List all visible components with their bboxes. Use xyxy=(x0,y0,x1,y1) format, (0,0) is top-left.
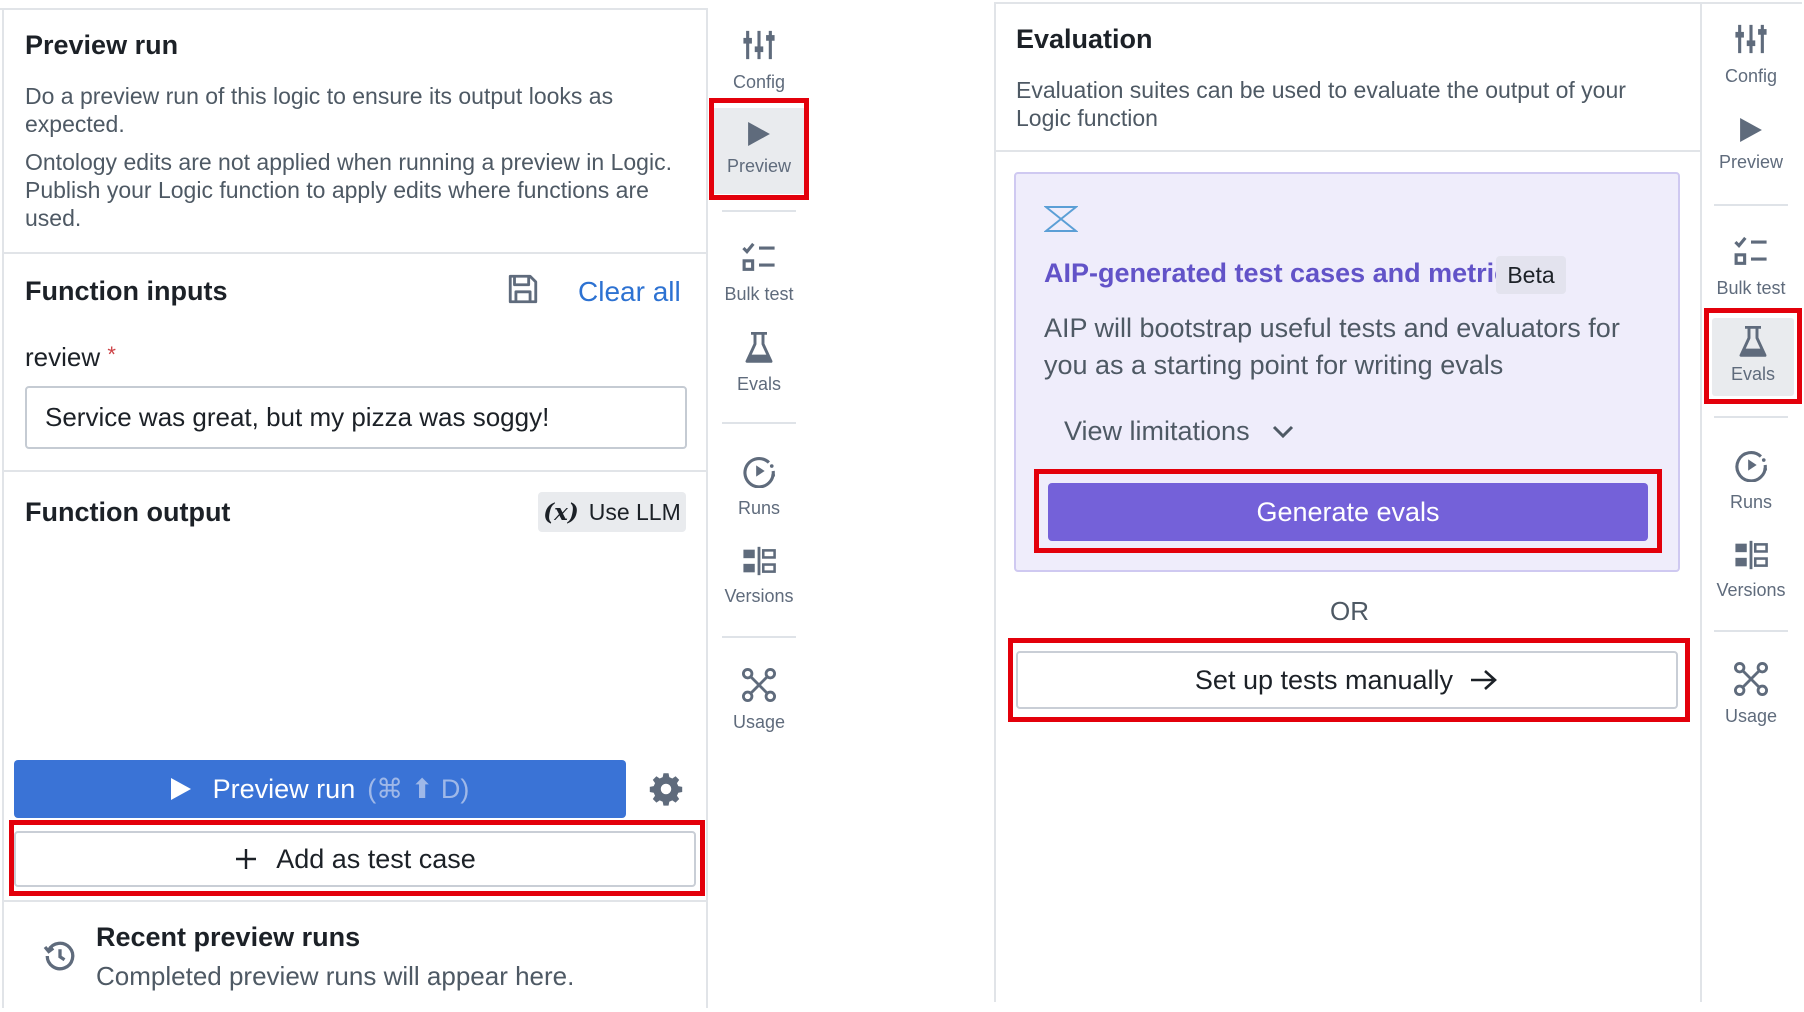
gear-icon[interactable] xyxy=(648,771,684,812)
function-inputs-title: Function inputs xyxy=(25,276,228,306)
nav-usage-label: Usage xyxy=(732,712,786,732)
graph-nodes-icon xyxy=(742,668,776,702)
checklist-icon xyxy=(742,242,775,271)
history-icon xyxy=(42,938,78,979)
preview-run-description: Do a preview run of this logic to ensure… xyxy=(25,83,614,137)
nav-usage[interactable]: Usage xyxy=(712,668,806,762)
nav-preview[interactable]: Preview xyxy=(712,108,806,194)
add-as-test-case-label: Add as test case xyxy=(276,843,476,874)
preview-run-label: Preview run xyxy=(212,773,356,804)
nav-config[interactable]: Config xyxy=(1704,22,1798,116)
run-history-icon xyxy=(1735,451,1768,482)
nav-bulk-test-label: Bulk test xyxy=(1716,278,1786,298)
nav-preview-label: Preview xyxy=(1718,152,1784,172)
nav-bulk-test[interactable]: Bulk test xyxy=(712,242,806,336)
play-icon xyxy=(1740,118,1762,142)
preview-run-button[interactable]: Preview run (⌘ ⬆ D) xyxy=(14,760,626,818)
floppy-disk-icon[interactable] xyxy=(506,272,540,311)
beta-badge: Beta xyxy=(1496,256,1566,294)
nav-evals[interactable]: Evals xyxy=(1712,318,1794,396)
run-history-icon xyxy=(743,457,776,488)
nav-versions-label: Versions xyxy=(1716,580,1786,600)
panel-top-border xyxy=(994,2,1802,4)
panel-left-border xyxy=(994,2,996,1002)
nav-usage-label: Usage xyxy=(1724,706,1778,726)
nav-runs[interactable]: Runs xyxy=(712,454,806,548)
play-icon xyxy=(748,122,770,146)
set-up-tests-manually-label: Set up tests manually xyxy=(1194,664,1454,695)
review-label-text: review xyxy=(25,342,101,372)
play-icon xyxy=(170,778,191,800)
nav-evals-label: Evals xyxy=(1730,364,1775,384)
panel-top-border xyxy=(0,8,708,10)
nav-usage[interactable]: Usage xyxy=(1704,662,1798,756)
versions-icon xyxy=(1735,540,1768,570)
or-separator: OR xyxy=(1330,596,1369,626)
nav-versions[interactable]: Versions xyxy=(1704,540,1798,634)
arrow-right-icon xyxy=(1471,670,1498,690)
nav-separator xyxy=(1714,416,1788,418)
recent-runs-subtitle: Completed preview runs will appear here. xyxy=(96,961,575,991)
variable-icon: (x) xyxy=(543,498,579,526)
use-llm-label: Use LLM xyxy=(588,498,681,525)
aip-logo-icon xyxy=(1043,205,1079,238)
sliders-icon xyxy=(1735,24,1767,54)
checklist-icon xyxy=(1734,236,1767,265)
nav-separator xyxy=(722,422,796,424)
nav-preview[interactable]: Preview xyxy=(1704,118,1798,212)
section-divider xyxy=(996,150,1700,152)
flask-icon xyxy=(1739,326,1767,357)
nav-separator xyxy=(1714,204,1788,206)
set-up-tests-manually-button[interactable]: Set up tests manually xyxy=(1016,651,1678,709)
versions-icon xyxy=(743,546,776,576)
section-divider xyxy=(4,252,706,254)
aip-card-description: AIP will bootstrap useful tests and eval… xyxy=(1044,313,1620,380)
keyboard-shortcut: (⌘ ⬆ D) xyxy=(367,773,470,804)
preview-run-title: Preview run xyxy=(25,30,179,60)
clear-all-button[interactable]: Clear all xyxy=(578,276,681,308)
nav-versions-label: Versions xyxy=(724,586,794,606)
aip-card-title: AIP-generated test cases and metrics xyxy=(1044,258,1525,288)
nav-separator xyxy=(722,210,796,212)
evaluation-title: Evaluation xyxy=(1016,24,1153,54)
use-llm-button[interactable]: (x) Use LLM xyxy=(538,492,686,532)
panel-right-border xyxy=(1700,2,1702,1002)
function-output-title: Function output xyxy=(25,497,231,527)
section-divider xyxy=(4,900,706,902)
plus-icon xyxy=(236,849,257,869)
nav-separator xyxy=(1714,630,1788,632)
graph-nodes-icon xyxy=(1734,662,1768,696)
nav-evals[interactable]: Evals xyxy=(712,332,806,426)
panel-right-border xyxy=(706,8,708,1008)
nav-versions[interactable]: Versions xyxy=(712,546,806,640)
nav-preview-label: Preview xyxy=(726,156,792,176)
nav-runs[interactable]: Runs xyxy=(1704,448,1798,542)
section-divider xyxy=(4,470,706,472)
add-as-test-case-button[interactable]: Add as test case xyxy=(14,831,696,887)
nav-config-label: Config xyxy=(732,72,786,92)
nav-bulk-test-label: Bulk test xyxy=(724,284,794,304)
nav-evals-label: Evals xyxy=(736,374,781,394)
panel-left-border xyxy=(2,8,4,1008)
chevron-down-icon xyxy=(1272,425,1293,438)
review-field-label: review * xyxy=(25,342,116,373)
required-marker: * xyxy=(107,342,116,367)
nav-separator xyxy=(722,636,796,638)
nav-bulk-test[interactable]: Bulk test xyxy=(1704,236,1798,330)
recent-runs-title: Recent preview runs xyxy=(96,922,361,952)
flask-icon xyxy=(745,332,773,363)
view-limitations-label: View limitations xyxy=(1064,416,1250,446)
generate-evals-button[interactable]: Generate evals xyxy=(1048,483,1648,541)
preview-run-note: Ontology edits are not applied when runn… xyxy=(25,149,672,231)
evaluation-description: Evaluation suites can be used to evaluat… xyxy=(1016,77,1626,131)
review-input[interactable]: Service was great, but my pizza was sogg… xyxy=(25,386,687,449)
nav-runs-label: Runs xyxy=(1729,492,1773,512)
sliders-icon xyxy=(743,30,775,60)
nav-runs-label: Runs xyxy=(737,498,781,518)
view-limitations-toggle[interactable]: View limitations xyxy=(1064,416,1294,447)
nav-config-label: Config xyxy=(1724,66,1778,86)
